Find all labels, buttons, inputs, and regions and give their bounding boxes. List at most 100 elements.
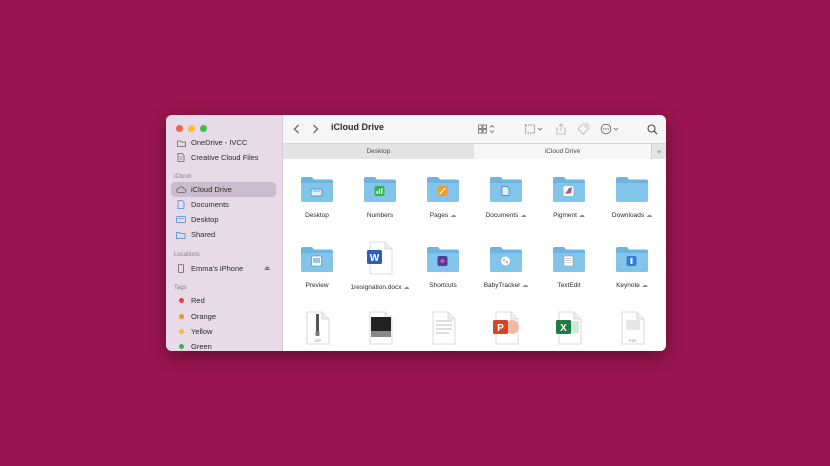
excel-file-icon: X [555,311,583,350]
tag-icon [577,123,589,135]
file-item[interactable]: Pages ☁ [412,175,474,219]
folder-icon [426,175,460,208]
file-item[interactable]: Pigment ☁ [538,175,600,219]
tab-bar: Desktop iCloud Drive + [283,143,666,160]
file-item[interactable]: PDF [601,311,663,350]
search-icon [647,123,658,134]
cloud-download-icon[interactable]: ☁ [403,284,409,291]
sidebar-item-label: Orange [191,312,217,321]
document-icon [174,200,188,209]
svg-text:P: P [497,323,504,334]
word-document-icon: W [366,241,394,280]
file-item[interactable]: Shortcuts [412,245,474,289]
file-label: Preview [305,282,329,289]
zoom-button[interactable] [200,125,207,132]
file-label: Keynote [616,282,640,289]
svg-text:X: X [560,323,567,334]
more-actions-button[interactable] [600,122,622,136]
powerpoint-file-icon: P [492,311,520,350]
forward-button[interactable] [312,122,319,136]
cloud-download-icon[interactable]: ☁ [646,212,652,219]
cloud-download-icon[interactable]: ☁ [450,212,456,219]
shared-folder-icon [174,231,188,239]
view-mode-button[interactable] [478,122,498,136]
file-item[interactable]: BabyTracker ☁ [475,245,537,289]
tag-button[interactable] [577,122,589,136]
close-button[interactable] [176,125,183,132]
ellipsis-circle-icon [600,123,619,135]
document-icon [174,153,188,162]
sidebar-item-onedrive[interactable]: OneDrive - IVCC [171,135,276,150]
file-item[interactable]: Keynote ☁ [601,245,663,289]
cloud-download-icon[interactable]: ☁ [522,282,528,289]
sidebar-item-icloud-drive[interactable]: iCloud Drive [171,182,276,197]
file-label: Pages [429,212,449,219]
share-icon [556,123,566,135]
sidebar-item-desktop[interactable]: Desktop [171,212,276,227]
sidebar-item-label: Shared [191,230,216,239]
finder-window: OneDrive - IVCC Creative Cloud Files iCl… [166,115,666,351]
folder-icon [552,175,586,208]
cloud-download-icon[interactable]: ☁ [520,212,526,219]
sidebar-item-tag-orange[interactable]: Orange [171,309,276,324]
chevron-right-icon [313,124,319,134]
eject-icon[interactable]: ⏏ [264,265,270,272]
file-item[interactable]: P [475,311,537,350]
new-tab-button[interactable]: + [651,144,666,159]
minimize-button[interactable] [188,125,195,132]
file-item[interactable]: ZIP [286,311,348,350]
group-grid-icon [525,124,543,134]
file-label: Desktop [305,212,329,219]
sidebar-item-label: OneDrive - IVCC [191,138,248,147]
pdf-file-icon: PDF [618,311,646,350]
window-title: iCloud Drive [331,122,385,132]
sidebar-item-tag-green[interactable]: Green [171,339,276,351]
file-item[interactable]: Documents ☁ [475,175,537,219]
sidebar: OneDrive - IVCC Creative Cloud Files iCl… [166,115,283,351]
tab-label: Desktop [366,148,391,155]
tab-desktop[interactable]: Desktop [283,144,474,159]
sidebar-item-creative-cloud-files[interactable]: Creative Cloud Files [171,150,276,165]
chevron-left-icon [293,124,299,134]
file-label: BabyTracker [483,282,521,289]
sidebar-item-shared[interactable]: Shared [171,227,276,242]
tag-dot-yellow [178,329,184,334]
file-item[interactable]: W 1resignation.docx ☁ [349,241,411,291]
file-item[interactable]: Numbers [349,175,411,219]
window-controls [176,125,207,132]
file-item[interactable]: Desktop [286,175,348,219]
sidebar-item-label: Red [191,296,205,305]
sidebar-item-iphone[interactable]: Emma's iPhone ⏏ [171,261,276,276]
file-item[interactable]: TextEdit [538,245,600,289]
cloud-download-icon[interactable]: ☁ [642,282,648,289]
tab-label: iCloud Drive [544,148,581,155]
file-label: TextEdit [557,282,581,289]
sidebar-item-tag-yellow[interactable]: Yellow [171,324,276,339]
file-grid: Desktop Numbers Pages ☁ Documents ☁ Pigment ☁ Do… [283,159,666,351]
sidebar-heading-locations: Locations [174,252,200,258]
file-item[interactable] [349,311,411,350]
folder-icon [363,175,397,208]
file-label: Documents [485,212,519,219]
image-file-icon [366,311,394,350]
file-label: Shortcuts [429,282,457,289]
search-button[interactable] [647,122,658,136]
back-button[interactable] [293,122,300,136]
svg-text:ZIP: ZIP [315,338,322,343]
file-item[interactable] [412,311,474,350]
tag-dot-orange [178,314,184,319]
sidebar-item-label: Green [191,342,212,351]
tab-icloud-drive[interactable]: iCloud Drive [474,144,651,159]
sidebar-item-tag-red[interactable]: Red [171,293,276,308]
sidebar-item-documents[interactable]: Documents [171,197,276,212]
file-label: 1resignation.docx [350,284,402,291]
cloud-download-icon[interactable]: ☁ [579,212,585,219]
file-item[interactable]: Preview [286,245,348,289]
file-item[interactable]: X [538,311,600,350]
file-label: Numbers [366,212,394,219]
group-button[interactable] [525,122,545,136]
folder-icon [615,245,649,278]
file-item[interactable]: Downloads ☁ [601,175,663,219]
plus-icon: + [656,146,662,157]
share-button[interactable] [556,122,566,136]
